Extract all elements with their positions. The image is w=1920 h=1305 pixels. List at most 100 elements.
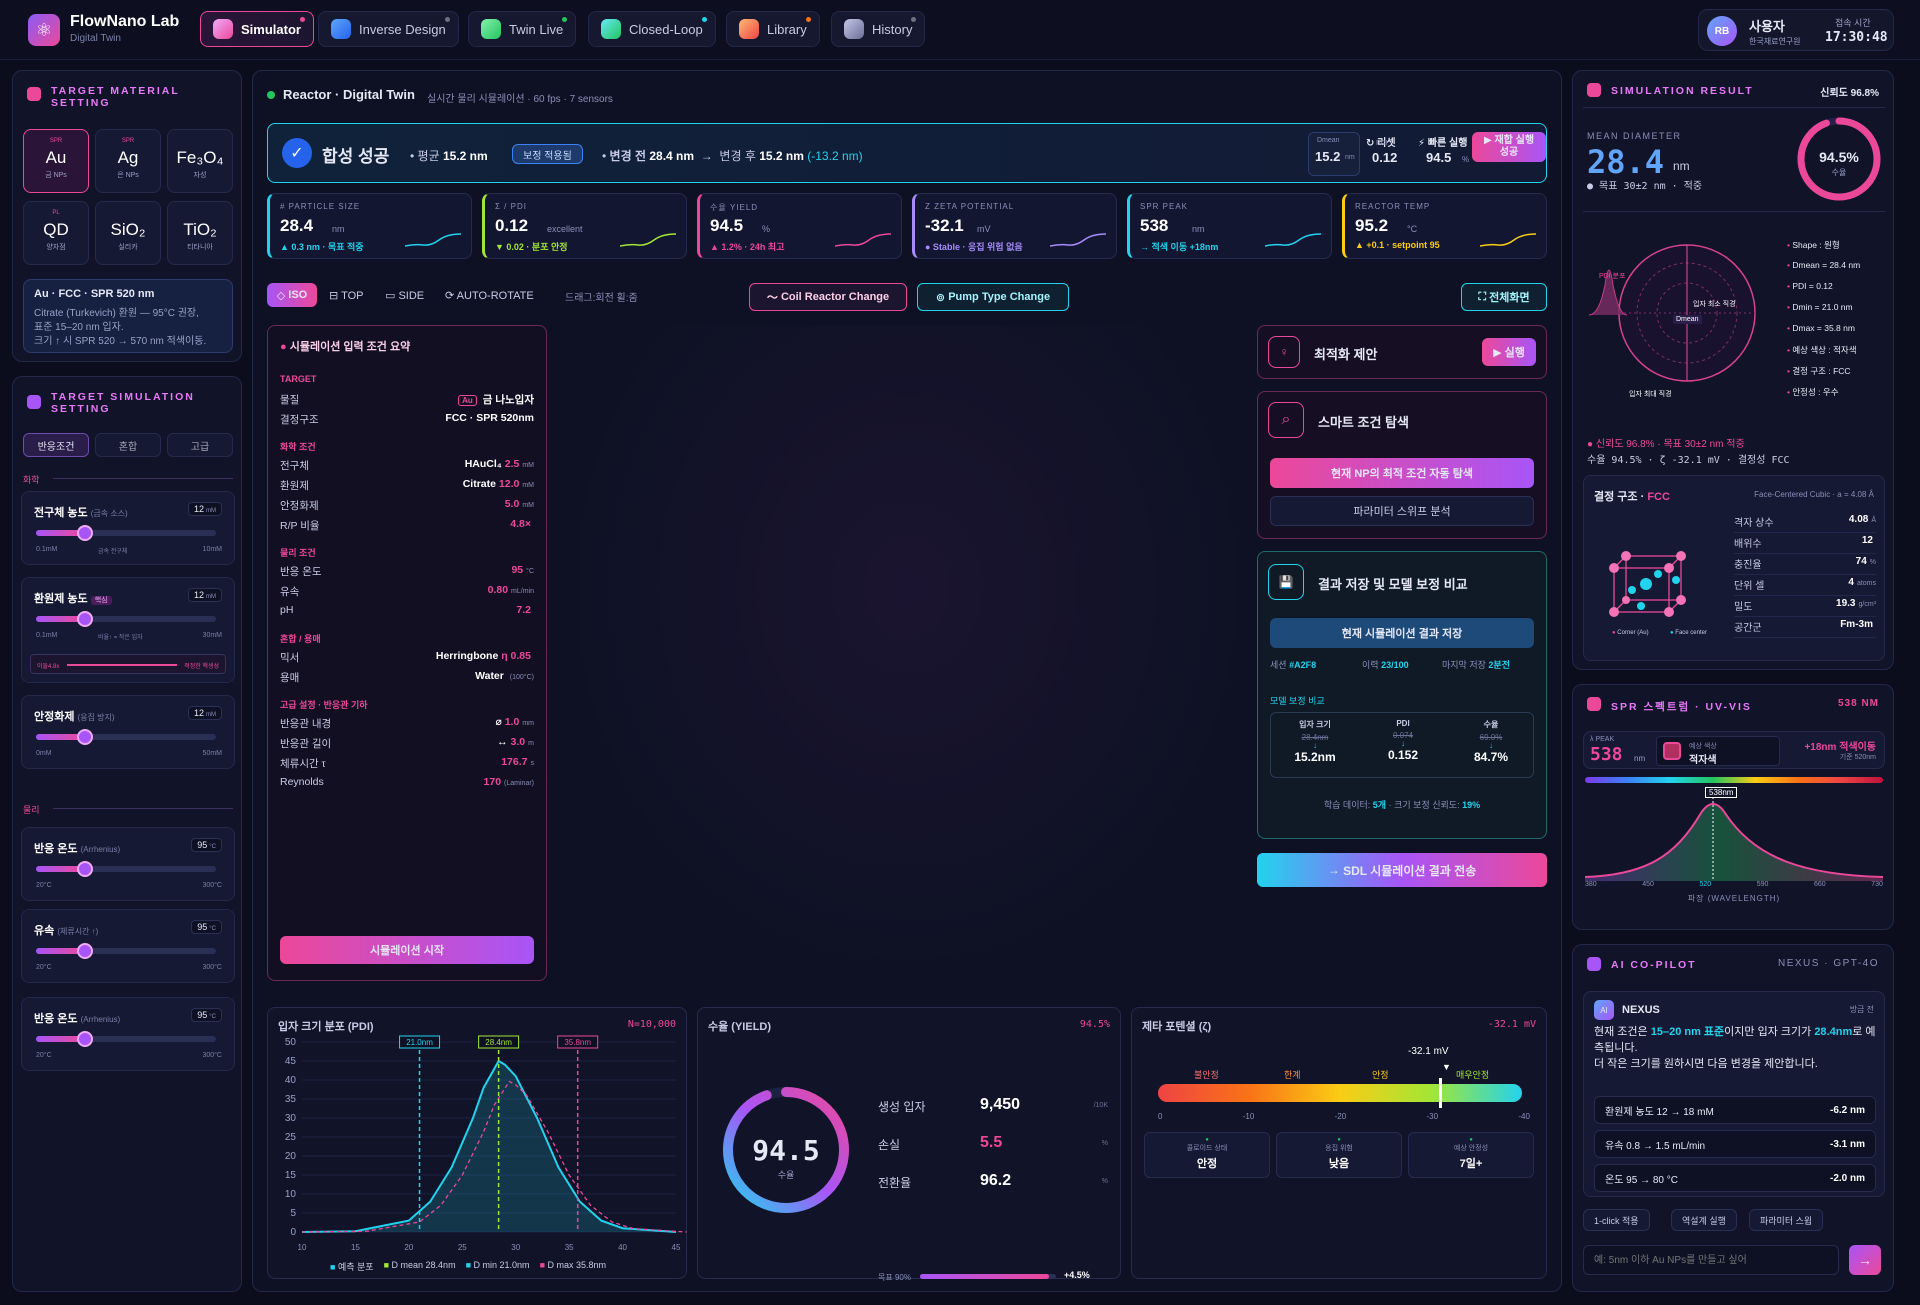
slider-value[interactable]: 12 mM — [187, 706, 222, 720]
slider-value[interactable]: 95 °C — [191, 920, 222, 934]
history-label: 이력 — [1362, 660, 1379, 670]
slider-knob[interactable] — [76, 729, 93, 745]
metric-value: 0.12 — [495, 216, 529, 235]
spr-xlabel: 파장 (WAVELENGTH) — [1687, 894, 1781, 903]
quick-action-chip[interactable]: 역설계 실행 — [1671, 1209, 1737, 1231]
value: 95 — [197, 840, 208, 850]
slider-label: 유속 — [34, 925, 55, 937]
material-option[interactable]: PL QD 양자점 — [23, 201, 89, 265]
tab-twin-live[interactable]: Twin Live — [468, 11, 577, 47]
yield-row-value: 96.2 — [980, 1172, 1012, 1189]
slider-knob[interactable] — [76, 525, 93, 541]
pump-type-button[interactable]: ⊚ Pump Type Change — [917, 283, 1069, 311]
parameter-sweep-button[interactable]: 파라미터 스위프 분석 — [1270, 496, 1534, 526]
tab-mixing[interactable]: 혼합 — [95, 433, 161, 457]
spectrum-icon — [1587, 697, 1601, 711]
fast-unit: % — [1462, 155, 1470, 164]
result-legend-item: • Dmin = 21.0 nm — [1787, 302, 1853, 312]
slider-knob[interactable] — [76, 861, 93, 877]
material-option[interactable]: SiO₂ 실리카 — [95, 201, 161, 265]
material-tag — [168, 210, 232, 218]
tab-library[interactable]: Library — [726, 11, 820, 47]
sparkline — [835, 233, 891, 247]
fast-run-button[interactable]: ⚡ 빠른 실행 — [1418, 134, 1467, 149]
rerun-button[interactable]: ▶ 재합 실행 성공 — [1472, 132, 1546, 162]
reactor-3d-viewport[interactable] — [557, 325, 1257, 981]
yield-row-unit: /10K — [1093, 1102, 1108, 1109]
view-side-button[interactable]: ▭ SIDE — [385, 289, 424, 302]
row-unit: °C — [526, 568, 534, 575]
pdi-legend: ■ 예측 분포 ■ D mean 28.4nm ■ D min 21.0nm ■… — [330, 1260, 606, 1273]
material-option[interactable]: SPR Au 금 NPs — [23, 129, 89, 193]
session-id: #A2F8 — [1289, 660, 1317, 670]
tab-simulator[interactable]: Simulator — [200, 11, 314, 47]
view-iso-button[interactable]: ◇ ISO — [267, 283, 317, 307]
marker-arrow-icon: ▼ — [1442, 1062, 1451, 1072]
send-arrow-icon[interactable]: → — [1849, 1245, 1881, 1275]
row-unit: mM — [522, 482, 534, 489]
slider-knob[interactable] — [76, 1031, 93, 1047]
legend-item: ■ D min 21.0nm — [465, 1260, 530, 1270]
zeta-box-value: 7일+ — [1459, 1158, 1483, 1170]
slider-track[interactable] — [36, 611, 216, 627]
tab-inverse-design[interactable]: Inverse Design — [318, 11, 459, 47]
slider-track[interactable] — [36, 861, 216, 877]
compare-header-cell: PDI — [1396, 719, 1410, 728]
auto-rotate-button[interactable]: ⟳ AUTO-ROTATE — [445, 289, 534, 302]
app-subtitle: Digital Twin — [70, 33, 121, 44]
metric-delta: ▲ 0.3 nm · 목표 적중 — [280, 242, 364, 252]
atom-logo-icon[interactable]: ⚛ — [28, 14, 60, 46]
summary-row: 환원제 Citrate 12.0 mM — [280, 478, 534, 493]
result-legend-item: • Dmean = 28.4 nm — [1787, 260, 1861, 270]
suggestion-item[interactable]: 온도 95 → 80 °C -2.0 nm — [1594, 1164, 1876, 1192]
tab-closed-loop[interactable]: Closed-Loop — [588, 11, 716, 47]
fullscreen-button[interactable]: ⛶ 전체화면 — [1461, 283, 1547, 311]
quick-action-chip[interactable]: 1-click 적용 — [1583, 1209, 1650, 1231]
crystal-row-value-group: Fm-3m — [1840, 619, 1876, 634]
crystal-lattice — [1609, 551, 1686, 617]
material-option[interactable]: SPR Ag 은 NPs — [95, 129, 161, 193]
tab-reaction[interactable]: 반응조건 — [23, 433, 89, 457]
start-simulation-button[interactable]: 시뮬레이션 시작 — [280, 936, 534, 964]
calibrated-badge: 보정 적용됨 — [512, 144, 583, 164]
result-icon — [1587, 83, 1601, 97]
tab-history[interactable]: History — [831, 11, 926, 47]
summary-section: 고급 설정 · 반응관 기하 — [280, 700, 368, 710]
yield-row-label: 손실 — [878, 1138, 901, 1152]
material-option[interactable]: Fe₃O₄ 자성 — [167, 129, 233, 193]
slider-track[interactable] — [36, 1031, 216, 1047]
coil-reactor-button[interactable]: 〜 Coil Reactor Change — [749, 283, 907, 311]
row-label: 반응관 내경 — [280, 718, 332, 730]
save-result-button[interactable]: 현재 시뮬레이션 결과 저장 — [1270, 618, 1534, 648]
suggestion-item[interactable]: 유속 0.8 → 1.5 mL/min -3.1 nm — [1594, 1130, 1876, 1158]
send-sdl-button[interactable]: → SDL 시뮬레이션 결과 전송 — [1257, 853, 1547, 887]
live-dot — [267, 91, 275, 99]
run-optimization-button[interactable]: ▶ 실행 — [1482, 338, 1536, 366]
slider-value[interactable]: 95 °C — [191, 838, 222, 852]
view-top-button[interactable]: ⊟ TOP — [329, 289, 364, 302]
crystal-row-unit: % — [1869, 559, 1876, 566]
tab-label: History — [872, 21, 913, 37]
quick-action-chip[interactable]: 파라미터 스윕 — [1749, 1209, 1824, 1231]
slider-track[interactable] — [36, 943, 216, 959]
slider-value[interactable]: 12 mM — [187, 502, 222, 516]
result-legend-item: • 안정성 : 우수 — [1787, 387, 1839, 397]
user-profile[interactable]: RB 사용자 한국재료연구원 접속 시간 17:30:48 — [1698, 9, 1894, 51]
copilot-input[interactable] — [1583, 1245, 1839, 1275]
material-option[interactable]: TiO₂ 티타니아 — [167, 201, 233, 265]
row-value-group: HAuCl₄ 2.5 mM — [465, 458, 534, 473]
slider-track[interactable] — [36, 525, 216, 541]
slider-value[interactable]: 12 mM — [187, 588, 222, 602]
crystal-row-label: 충진율 — [1734, 560, 1762, 571]
y-tick-label: 15 — [285, 1170, 297, 1181]
slider-track[interactable] — [36, 729, 216, 745]
value: 12 — [193, 590, 204, 600]
slider-knob[interactable] — [76, 611, 93, 627]
suggestion-item[interactable]: 환원제 농도 12 → 18 mM -6.2 nm — [1594, 1096, 1876, 1124]
auto-search-button[interactable]: 현재 NP의 최적 조건 자동 탐색 — [1270, 458, 1534, 488]
slider-knob[interactable] — [76, 943, 93, 959]
pdi-value: 0.12 — [1372, 150, 1398, 165]
row-value: 0.80 — [487, 584, 509, 596]
tab-advanced[interactable]: 고급 — [167, 433, 233, 457]
slider-value[interactable]: 95 °C — [191, 1008, 222, 1022]
